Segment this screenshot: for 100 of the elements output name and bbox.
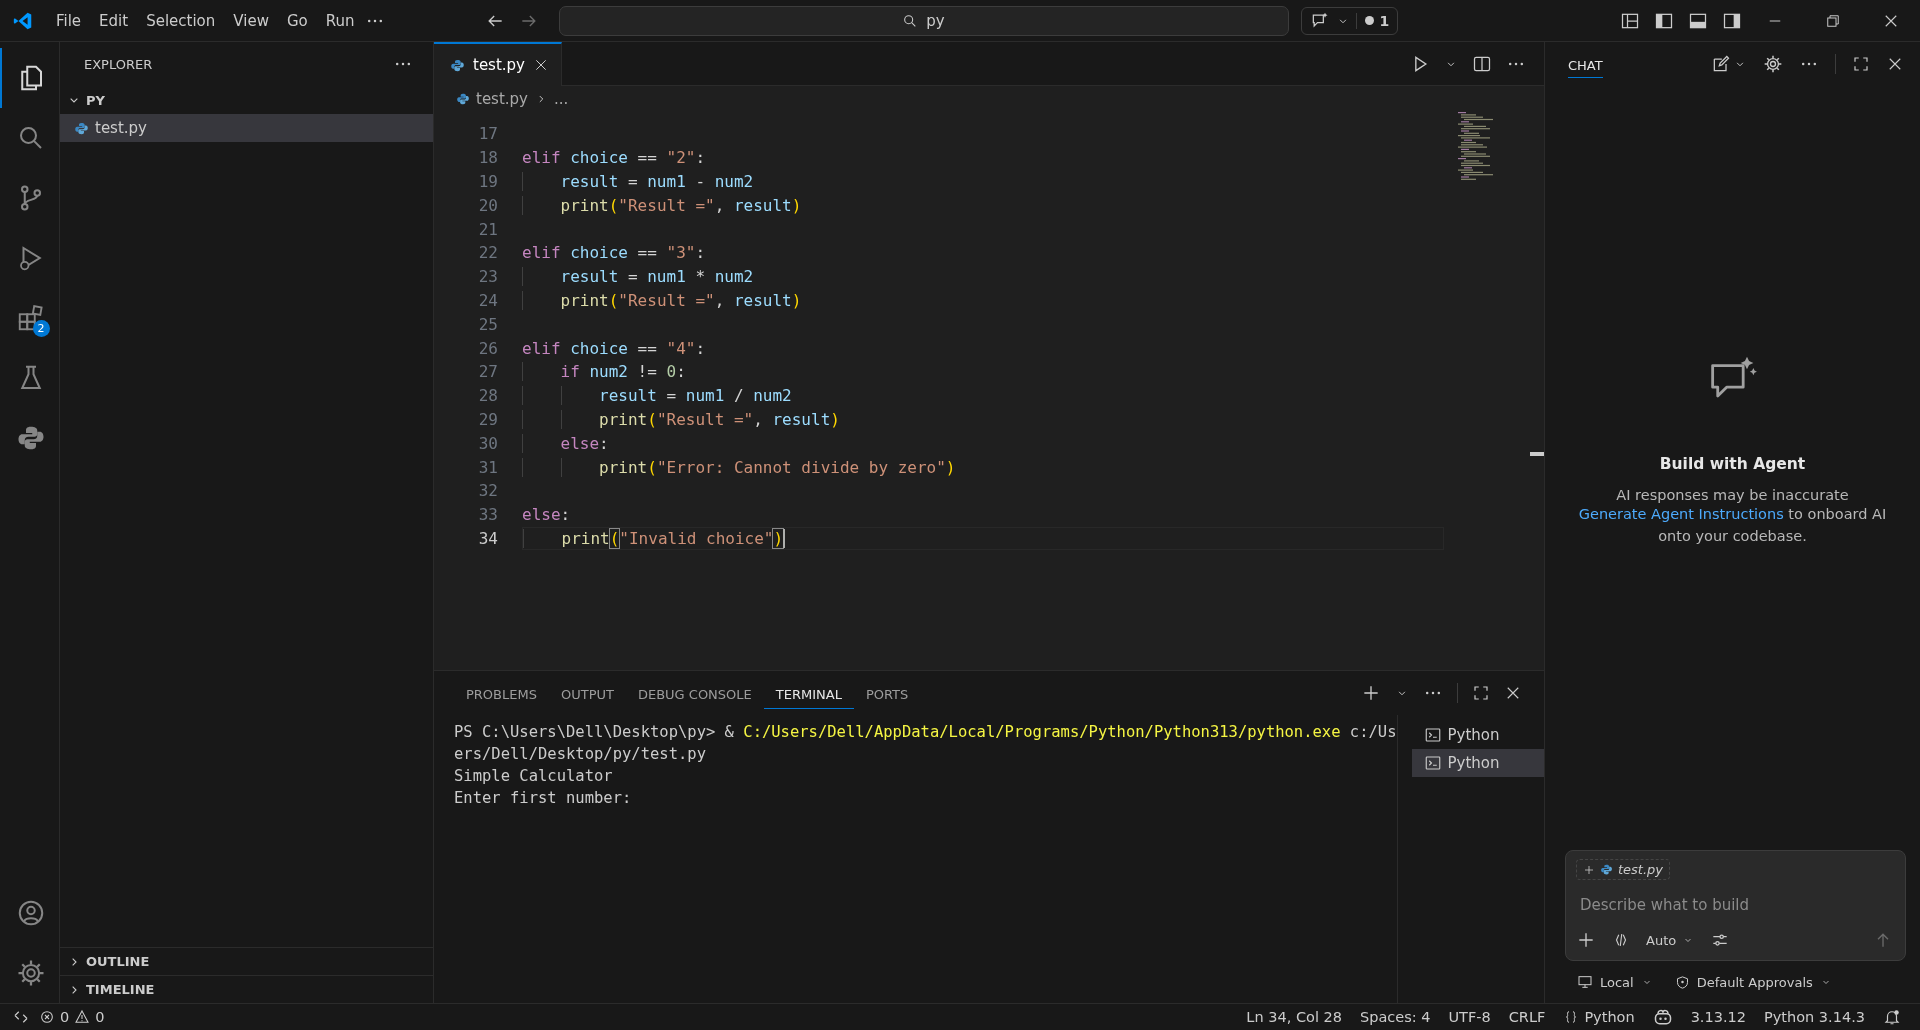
plus-icon — [1583, 863, 1595, 876]
python-file-icon — [74, 120, 89, 136]
code-line: print("Result =", result) — [522, 290, 802, 310]
onboard-text: Generate Agent Instructions to onboard AI onto your codebase. — [1577, 505, 1888, 546]
terminal-line: ers/Dell/Desktop/py/test.py — [454, 744, 707, 765]
indicator-count: 1 — [1379, 12, 1390, 29]
code-line: result = num1 / num2 — [522, 386, 792, 406]
panel-tab[interactable]: PORTS — [853, 677, 921, 709]
panel-tab[interactable]: PROBLEMS — [454, 677, 549, 709]
monitor-icon — [1577, 974, 1593, 990]
error-icon — [39, 1009, 55, 1025]
code-line: result = num1 - num2 — [522, 172, 754, 191]
status-item[interactable]: CRLF — [1499, 1009, 1555, 1025]
approvals-dropdown[interactable]: Default Approvals — [1674, 974, 1832, 990]
line-number: 24 — [477, 290, 498, 310]
line-number: 25 — [477, 314, 498, 334]
maximize-icon[interactable] — [1852, 55, 1870, 73]
menu-item[interactable]: Selection — [138, 7, 224, 34]
warning-count: 0 — [95, 1009, 105, 1025]
terminal-icon — [1423, 754, 1442, 772]
code-line: elif choice == "4": — [522, 338, 706, 358]
line-number: 19 — [477, 172, 498, 191]
code-line: print("Result =", result) — [522, 409, 840, 429]
chat-status-group[interactable]: 1 — [1300, 6, 1399, 35]
terminal-list-item[interactable]: Python — [1411, 721, 1544, 749]
menu-item[interactable]: Go — [278, 7, 316, 34]
menu-item[interactable]: View — [225, 7, 277, 34]
command-center-search[interactable]: py — [558, 5, 1289, 36]
status-item[interactable]: Ln 34, Col 28 — [1237, 1009, 1351, 1025]
panel-tab[interactable]: DEBUG CONSOLE — [625, 677, 764, 709]
line-number: 20 — [477, 195, 498, 215]
bell-icon[interactable] — [1883, 1008, 1901, 1026]
code-line: print("Result =", result) — [522, 195, 802, 215]
status-item[interactable]: 3.13.12 — [1681, 1009, 1755, 1025]
terminal-list-item[interactable]: Python — [1411, 749, 1544, 777]
error-count: 0 — [60, 1009, 70, 1025]
plus-icon[interactable] — [1361, 683, 1381, 703]
agent-instructions-link[interactable]: Generate Agent Instructions — [1578, 506, 1784, 522]
line-number: 28 — [477, 386, 498, 406]
warning-icon — [74, 1009, 91, 1025]
language-status[interactable]: Python — [1554, 1009, 1644, 1025]
chat-tab[interactable]: CHAT — [1568, 50, 1603, 78]
menu-item[interactable]: Edit — [91, 7, 137, 34]
settings-icon[interactable] — [1763, 54, 1783, 74]
code-line: elif choice == "3": — [522, 243, 706, 263]
folder-item[interactable]: PY — [60, 86, 433, 114]
text-cursor — [783, 528, 786, 548]
code-line: result = num1 * num2 — [522, 267, 754, 287]
panel-tab[interactable]: TERMINAL — [763, 677, 854, 709]
code-line: elif choice == "2": — [522, 148, 706, 168]
code-line: print("Error: Cannot divide by zero") — [522, 457, 956, 477]
shield-icon — [1674, 974, 1690, 990]
line-number: 26 — [477, 338, 498, 358]
line-number: 31 — [477, 457, 498, 477]
editor-tab[interactable]: test.py — [434, 42, 562, 86]
add-context-icon[interactable] — [1576, 930, 1596, 950]
status-item[interactable]: Python 3.14.3 — [1755, 1009, 1874, 1025]
line-number: 17 — [477, 124, 498, 144]
code-line: print("Invalid choice") — [523, 528, 784, 548]
breadcrumb-item[interactable]: ... — [554, 90, 569, 108]
count-badge: 2 — [32, 320, 50, 337]
line-number: 23 — [477, 267, 498, 287]
panel-tab[interactable]: OUTPUT — [548, 677, 626, 709]
line-number: 30 — [477, 433, 498, 453]
new-chat-icon[interactable] — [1711, 54, 1731, 74]
line-number: 32 — [477, 481, 498, 501]
maximize-icon[interactable] — [1472, 684, 1490, 702]
menu-item[interactable]: Run — [317, 7, 363, 34]
sidebar-title: EXPLORER — [84, 56, 153, 72]
status-item[interactable]: UTF-8 — [1439, 1009, 1500, 1025]
section-header[interactable]: OUTLINE — [60, 947, 433, 975]
menu-item[interactable]: File — [48, 7, 90, 34]
chat-heading: Build with Agent — [1659, 455, 1806, 473]
line-number: 27 — [477, 362, 498, 382]
python-file-icon — [1600, 863, 1613, 876]
python-file-icon — [456, 92, 470, 106]
chat-input-field[interactable]: Describe what to build — [1576, 890, 1893, 920]
python-file-icon — [450, 57, 465, 73]
tree-item[interactable]: test.py — [60, 114, 433, 142]
chat-input-box[interactable]: test.py Describe what to build Auto — [1565, 850, 1906, 961]
line-number: 18 — [477, 148, 498, 168]
line-number: 22 — [477, 243, 498, 263]
line-number: 29 — [477, 409, 498, 429]
mode-dropdown[interactable]: Auto — [1646, 932, 1695, 948]
terminal-line: PS C:\Users\Dell\Desktop\py> & C:/Users/Dell/AppData/Local/Programs/Python/Python313/python.exe c:/Us — [454, 722, 1397, 743]
location-dropdown[interactable]: Local — [1577, 974, 1653, 990]
code-line: if num2 != 0: — [522, 362, 686, 382]
scrollbar-marker — [1530, 452, 1544, 456]
line-number: 33 — [477, 505, 498, 525]
disclaimer-text: AI responses may be inaccurate — [1616, 487, 1849, 503]
line-number: 34 — [477, 528, 498, 548]
breadcrumb-item[interactable]: test.py — [476, 90, 528, 108]
terminal-line: Simple Calculator — [454, 766, 614, 787]
terminal-line: Enter first number: — [454, 788, 633, 809]
attachment-chip[interactable]: test.py — [1576, 859, 1671, 880]
status-item[interactable]: Spaces: 4 — [1351, 1009, 1440, 1025]
dot-icon — [1364, 16, 1374, 25]
terminal-icon — [1423, 726, 1442, 744]
close-icon[interactable] — [533, 57, 549, 73]
problems-status[interactable]: 0 0 — [30, 1009, 114, 1025]
